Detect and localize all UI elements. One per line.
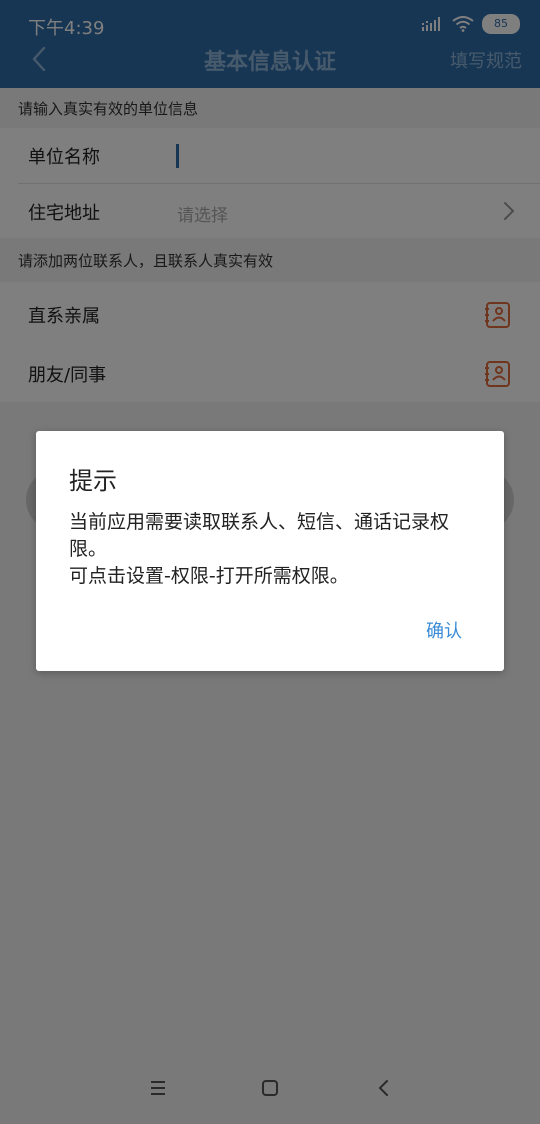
confirm-button[interactable]: 确认 <box>426 617 462 643</box>
dialog-message: 当前应用需要读取联系人、短信、通话记录权限。 可点击设置-权限-打开所需权限。 <box>69 509 474 590</box>
dialog-message-line: 当前应用需要读取联系人、短信、通话记录权限。 <box>69 511 450 560</box>
dialog-title: 提示 <box>69 467 117 495</box>
permission-dialog: 提示 当前应用需要读取联系人、短信、通话记录权限。 可点击设置-权限-打开所需权… <box>36 431 504 671</box>
app-root: 下午4:39 85 基本信息认证 填写规范 请输入 <box>0 0 540 1124</box>
home-icon[interactable] <box>258 1076 282 1100</box>
menu-icon[interactable] <box>146 1076 170 1100</box>
nav-back-icon[interactable] <box>372 1076 396 1100</box>
system-nav-bar <box>0 1060 540 1124</box>
dialog-message-line: 可点击设置-权限-打开所需权限。 <box>69 565 349 587</box>
